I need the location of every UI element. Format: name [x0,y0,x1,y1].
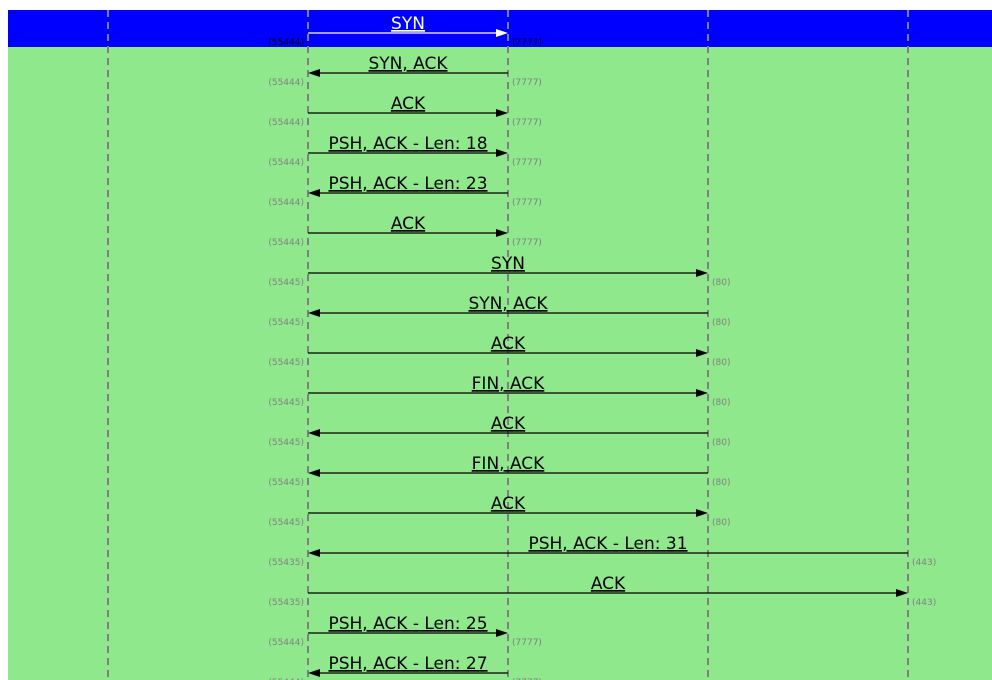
message-label: PSH, ACK - Len: 23 [328,174,487,194]
message-label: ACK [591,574,626,594]
source-port: (55444) [268,38,304,48]
message-label: ACK [491,414,526,434]
source-port: (55445) [268,278,304,288]
message-label: PSH, ACK - Len: 27 [328,654,487,674]
source-port: (55444) [268,638,304,648]
destination-port: (7777) [512,78,542,88]
message-label: PSH, ACK - Len: 25 [328,614,487,634]
selected-row-highlight[interactable] [8,10,992,47]
destination-port: (80) [712,278,730,288]
source-port: (55444) [268,198,304,208]
destination-port: (7777) [512,198,542,208]
source-port: (55445) [268,518,304,528]
message-label: SYN, ACK [468,294,548,314]
source-port: (55444) [268,118,304,128]
message-label: PSH, ACK - Len: 31 [528,534,687,554]
source-port: (55445) [268,438,304,448]
source-port: (55445) [268,318,304,328]
destination-port: (7777) [512,238,542,248]
message-label: SYN [491,254,525,274]
destination-port: (80) [712,518,730,528]
source-port: (55444) [268,238,304,248]
destination-port: (7777) [512,158,542,168]
message-label: ACK [391,214,426,234]
source-port: (55435) [268,598,304,608]
message-label: ACK [491,494,526,514]
destination-port: (80) [712,438,730,448]
message-label: PSH, ACK - Len: 18 [328,134,487,154]
source-port: (55444) [268,158,304,168]
flow-diagram: SYN (55444) (7777) SYN, ACK (55444) (7777) ACK… [8,10,992,680]
destination-port: (80) [712,398,730,408]
message-label: ACK [491,334,526,354]
message-label: ACK [391,94,426,114]
destination-port: (80) [712,318,730,328]
rows-layer [8,10,992,47]
destination-port: (80) [712,478,730,488]
source-port: (55435) [268,558,304,568]
source-port: (55445) [268,398,304,408]
source-port: (55445) [268,358,304,368]
destination-port: (7777) [512,38,542,48]
source-port: (55445) [268,478,304,488]
destination-port: (7777) [512,638,542,648]
destination-port: (7777) [512,118,542,128]
message-label: FIN, ACK [472,374,546,394]
message-label: SYN, ACK [368,54,448,74]
message-label: SYN [391,14,425,34]
destination-port: (80) [712,358,730,368]
source-port: (55444) [268,78,304,88]
destination-port: (443) [912,598,936,608]
destination-port: (443) [912,558,936,568]
message-label: FIN, ACK [472,454,546,474]
